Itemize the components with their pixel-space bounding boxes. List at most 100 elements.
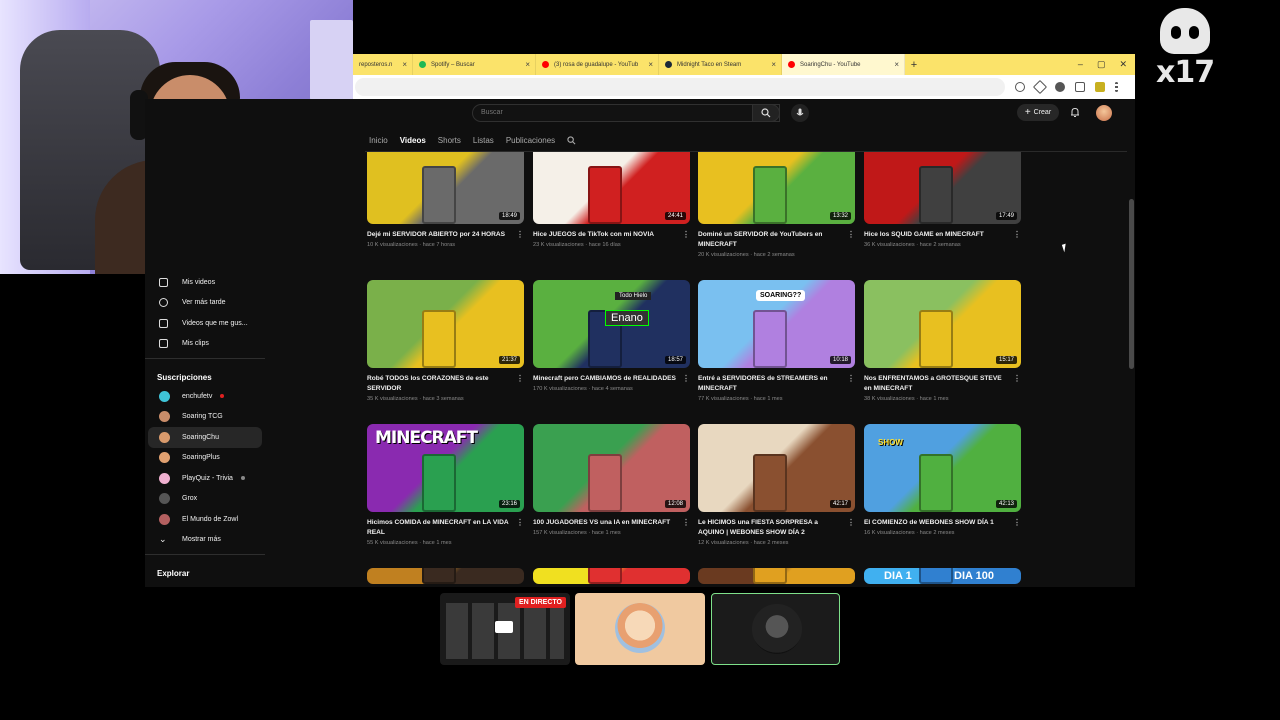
more-options-icon[interactable]: ⋮	[682, 374, 690, 384]
sidebar-item[interactable]: Mis clips	[145, 334, 265, 355]
video-title[interactable]: Entré a SERVIDORES de STREAMERS en MINEC…	[698, 374, 855, 394]
video-card[interactable]: 15:17 Nos ENFRENTAMOS a GROTESQUE STEVE e…	[864, 280, 1021, 402]
more-options-icon[interactable]: ⋮	[682, 518, 690, 528]
tab-inicio[interactable]: Inicio	[369, 136, 388, 145]
video-title[interactable]: Robé TODOS los CORAZONES de este SERVIDO…	[367, 374, 524, 394]
sidebar-item[interactable]: Mis videos	[145, 272, 265, 293]
video-thumbnail[interactable]: 15:17	[864, 280, 1021, 368]
show-more-button[interactable]: ⌄ Mostrar más	[145, 530, 265, 551]
account-avatar[interactable]	[1096, 105, 1112, 121]
video-card[interactable]	[533, 568, 690, 584]
sidebar-subscription[interactable]: Soaring TCG	[145, 407, 265, 428]
sidebar-item[interactable]: Videos que me gus...	[145, 313, 265, 334]
video-card[interactable]	[698, 568, 855, 584]
bookmark-star-icon[interactable]	[1032, 79, 1048, 95]
video-thumbnail[interactable]: 13:32	[698, 152, 855, 224]
more-options-icon[interactable]: ⋮	[516, 518, 524, 528]
video-thumbnail[interactable]: 18:49	[367, 152, 524, 224]
sidebar-subscription[interactable]: SoaringChu	[148, 427, 262, 448]
video-card[interactable]: 21:37 Robé TODOS los CORAZONES de este SE…	[367, 280, 524, 402]
extensions-puzzle-icon[interactable]	[1075, 82, 1085, 92]
video-thumbnail[interactable]: 21:37	[367, 280, 524, 368]
video-thumbnail[interactable]	[698, 568, 855, 584]
extension-circle-icon[interactable]	[1055, 82, 1065, 92]
video-title[interactable]: Dominé un SERVIDOR de YouTubers en MINEC…	[698, 230, 855, 250]
video-card[interactable]	[367, 568, 524, 584]
video-title[interactable]: Hicimos COMIDA de MINECRAFT en LA VIDA R…	[367, 518, 524, 538]
video-card[interactable]: 24:41 Hice JUEGOS de TikTok con mi NOVIA ⋮…	[533, 152, 690, 248]
video-title[interactable]: Dejé mi SERVIDOR ABIERTO por 24 HORAS ⋮	[367, 230, 524, 240]
tab-close-icon[interactable]: ×	[894, 60, 899, 69]
video-title[interactable]: Hice los SQUID GAME en MINECRAFT ⋮	[864, 230, 1021, 240]
browser-tab[interactable]: SoaringChu - YouTube ×	[782, 54, 905, 75]
minimize-button[interactable]: –	[1078, 59, 1083, 70]
video-card[interactable]: 13:32 Dominé un SERVIDOR de YouTubers en …	[698, 152, 855, 258]
more-options-icon[interactable]: ⋮	[516, 230, 524, 240]
more-options-icon[interactable]: ⋮	[847, 518, 855, 528]
browser-tab[interactable]: reposteros.n ×	[353, 54, 413, 75]
new-tab-button[interactable]: +	[905, 59, 923, 71]
page-scrollbar[interactable]	[1129, 199, 1134, 369]
sidebar-subscription[interactable]: Grox	[145, 489, 265, 510]
kebab-menu-icon[interactable]	[1115, 82, 1118, 92]
notifications-bell-icon[interactable]	[1069, 106, 1081, 118]
video-thumbnail[interactable]: 12:08	[533, 424, 690, 512]
more-options-icon[interactable]: ⋮	[847, 374, 855, 384]
participant-avatar-tile[interactable]	[711, 593, 840, 665]
sidebar-subscription[interactable]: PlayQuiz - Trivia	[145, 468, 265, 489]
search-input[interactable]: Buscar	[472, 104, 780, 122]
more-options-icon[interactable]: ⋮	[516, 374, 524, 384]
video-card[interactable]: 10:18 SOARING?? Entré a SERVIDORES de STRE…	[698, 280, 855, 402]
video-thumbnail[interactable]	[533, 568, 690, 584]
sidebar-subscription[interactable]: El Mundo de Zowl	[145, 509, 265, 530]
tab-listas[interactable]: Listas	[473, 136, 494, 145]
tab-close-icon[interactable]: ×	[525, 60, 530, 69]
video-thumbnail[interactable]	[367, 568, 524, 584]
search-button[interactable]	[752, 104, 780, 122]
more-options-icon[interactable]: ⋮	[682, 230, 690, 240]
video-card[interactable]: DIA 1 DIA 100	[864, 568, 1021, 584]
video-card[interactable]: 18:57 Enano Todo Hielo Minecraft pero CAMBI…	[533, 280, 690, 392]
video-card[interactable]: 23:16 MINECRAFT Hicimos COMIDA de MINECRAF…	[367, 424, 524, 546]
video-title[interactable]: Hice JUEGOS de TikTok con mi NOVIA ⋮	[533, 230, 690, 240]
tab-close-icon[interactable]: ×	[402, 60, 407, 69]
more-options-icon[interactable]: ⋮	[847, 230, 855, 240]
maximize-button[interactable]: ▢	[1097, 59, 1106, 70]
channel-search-icon[interactable]	[567, 135, 576, 145]
video-thumbnail[interactable]: DIA 1 DIA 100	[864, 568, 1021, 584]
sidebar-item[interactable]: Ver más tarde	[145, 293, 265, 314]
browser-tab[interactable]: Midnight Taco en Steam ×	[659, 54, 782, 75]
more-options-icon[interactable]: ⋮	[1013, 518, 1021, 528]
voice-search-button[interactable]	[791, 104, 809, 122]
tab-shorts[interactable]: Shorts	[438, 136, 461, 145]
video-thumbnail[interactable]: 17:49	[864, 152, 1021, 224]
video-title[interactable]: 100 JUGADORES VS una IA en MINECRAFT ⋮	[533, 518, 690, 528]
video-thumbnail[interactable]: 23:16 MINECRAFT	[367, 424, 524, 512]
video-card[interactable]: 12:08 100 JUGADORES VS una IA en MINECRAF…	[533, 424, 690, 536]
tab-videos[interactable]: Videos	[400, 136, 426, 145]
omnibox[interactable]	[355, 78, 1005, 96]
video-thumbnail[interactable]: 24:41	[533, 152, 690, 224]
more-options-icon[interactable]: ⋮	[1013, 374, 1021, 384]
tab-close-icon[interactable]: ×	[648, 60, 653, 69]
video-card[interactable]: 42:17 Le HICIMOS una FIESTA SORPRESA a AQ…	[698, 424, 855, 546]
close-window-button[interactable]: ✕	[1119, 59, 1127, 70]
create-button[interactable]: + Crear	[1017, 104, 1059, 121]
video-thumbnail[interactable]: 42:13 SHOW	[864, 424, 1021, 512]
browser-tab[interactable]: Spotify – Buscar ×	[413, 54, 536, 75]
video-thumbnail[interactable]: 18:57 Enano Todo Hielo	[533, 280, 690, 368]
tab-publicaciones[interactable]: Publicaciones	[506, 136, 555, 145]
video-title[interactable]: Minecraft pero CAMBIAMOS de REALIDADES ⋮	[533, 374, 690, 384]
video-thumbnail[interactable]: 42:17	[698, 424, 855, 512]
video-card[interactable]: 18:49 Dejé mi SERVIDOR ABIERTO por 24 HOR…	[367, 152, 524, 248]
sidebar-subscription[interactable]: SoaringPlus	[145, 448, 265, 469]
translate-icon[interactable]	[1015, 82, 1025, 92]
video-title[interactable]: El COMIENZO de WEBONES SHOW DÍA 1 ⋮	[864, 518, 1021, 528]
video-title[interactable]: Le HICIMOS una FIESTA SORPRESA a AQUINO …	[698, 518, 855, 538]
profile-extension-icon[interactable]	[1095, 82, 1105, 92]
video-card[interactable]: 17:49 Hice los SQUID GAME en MINECRAFT ⋮ 36…	[864, 152, 1021, 248]
sidebar-subscription[interactable]: enchufetv	[145, 386, 265, 407]
browser-tab[interactable]: (3) rosa de guadalupe - YouTub ×	[536, 54, 659, 75]
tab-close-icon[interactable]: ×	[771, 60, 776, 69]
streamer-avatar-tile[interactable]	[575, 593, 705, 665]
